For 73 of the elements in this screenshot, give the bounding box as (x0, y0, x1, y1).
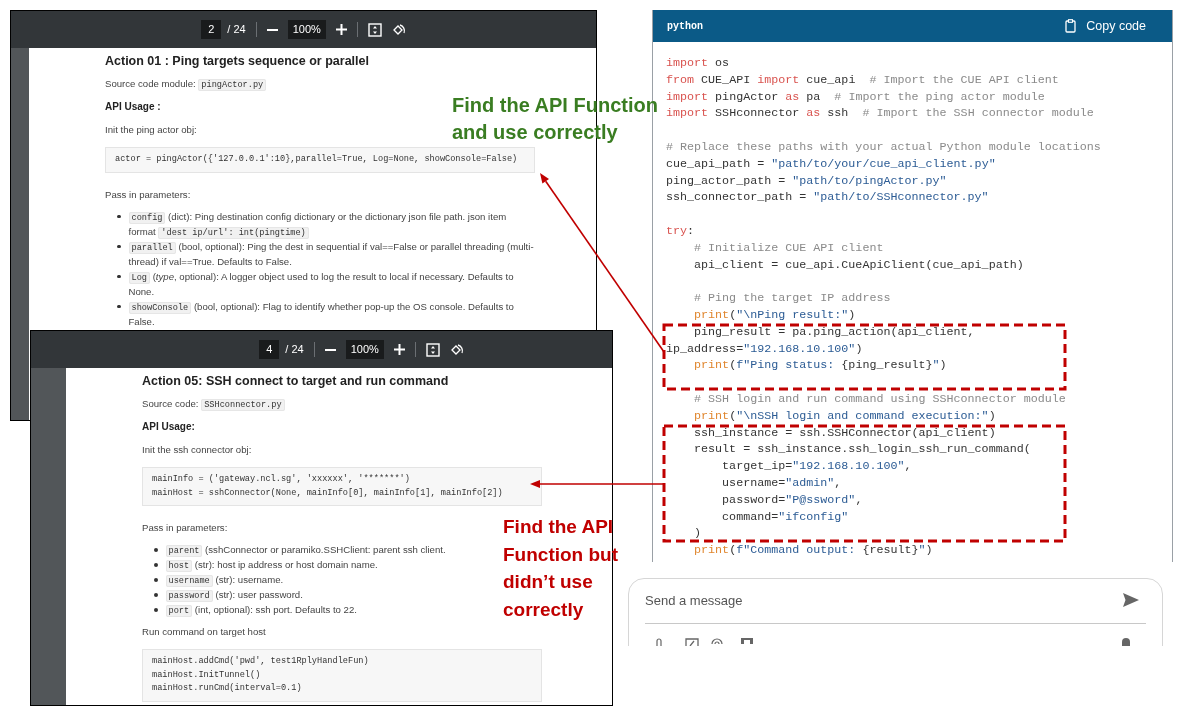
clipboard-icon (1065, 19, 1077, 33)
zoom-out-icon[interactable] (266, 28, 278, 31)
code-line: # SSH login and run command using SSHconnector module (693, 390, 1066, 408)
checkbox-icon[interactable] (685, 638, 699, 646)
subheading: API Usage : (105, 100, 161, 114)
page-count: / 24 (285, 342, 304, 358)
paragraph: Pass in parameters: (142, 521, 228, 535)
code-line: result = ssh_instance.ssh_login_ssh_run_command( (693, 441, 1031, 459)
fit-page-icon[interactable] (425, 342, 440, 357)
section-heading: Action 01 : Ping targets sequence or parallel (105, 53, 370, 69)
list-item-text: port (int, optional): ssh port. Defaults to 22. (165, 602, 357, 617)
code-line: # Initialize CUE API client (693, 239, 884, 257)
code-line: print("\nSSH login and command execution:") (693, 407, 996, 425)
code-line: cue_api_path = "path/to/your/cue_api_client.py" (666, 155, 996, 173)
copy-code-button[interactable]: Copy code (1065, 16, 1146, 36)
code-line: username="admin", (721, 474, 842, 492)
code-line: import SSHconnector as ssh # Import the SSH connector module (666, 105, 1094, 123)
page-count: / 24 (227, 22, 246, 38)
code-line: target_ip="192.168.10.100", (721, 458, 912, 475)
list-item-text: parallel (bool, optional): Ping the dest in sequential if val==False or parallel threading (multi-thread) if val==True. Defaults to False. (128, 239, 535, 269)
list-item-text: showConsole (bool, optional): Flag to identify whether pop-up the OS console. Defaults to False. (128, 299, 515, 329)
list-item-text: config (dict): Ping destination config dictionary or the dictionary json file path. json item format 'dest ip/url': int(pingtime) (128, 209, 508, 239)
code-line: password="P@ssword", (721, 491, 863, 509)
list-item-text: password (str): user password. (165, 587, 303, 602)
code-line: # Replace these paths with your actual Python module locations (666, 139, 1101, 156)
code-line: import os (666, 55, 730, 72)
paperclip-icon[interactable] (655, 638, 663, 646)
template-icon[interactable] (741, 638, 753, 644)
code-line: # Ping the target IP address (693, 290, 891, 307)
zoom-field[interactable]: 100% (345, 340, 384, 359)
code-line: ssh_instance = ssh.SSHConnector(api_client) (693, 424, 996, 442)
code-line: try: (666, 222, 695, 240)
page-number-field[interactable]: 4 (259, 340, 280, 359)
code-line: command="ifconfig" (721, 508, 849, 526)
list-item-text: Log (type, optional): A logger object used to log the result to local if necessary. Defaults to None. (128, 269, 515, 299)
rotate-icon[interactable] (449, 342, 464, 357)
code-line: print("\nPing result:") (693, 306, 856, 324)
zoom-in-icon[interactable] (335, 24, 347, 35)
code-block: mainInfo = ('gateway.ncl.sg', 'xxxxxx', '*******') mainHost = sshConnector(None, mainInfo[0], mainInfo[1], mainInfo[2]) (142, 467, 542, 506)
zoom-in-icon[interactable] (393, 344, 405, 355)
code-line: api_client = cue_api.CueApiClient(cue_api_path) (693, 256, 1024, 274)
send-icon[interactable] (1122, 592, 1140, 608)
paragraph: Run command on target host (142, 625, 266, 639)
subheading: API Usage: (142, 420, 195, 434)
at-sign-icon[interactable] (711, 638, 723, 644)
message-field[interactable]: Send a message (645, 589, 1122, 611)
paragraph: Init the ping actor obj: (105, 123, 197, 137)
list-item-text: username (str): username. (165, 572, 284, 587)
code-line: print(f"Command output: {result}") (693, 542, 933, 559)
zoom-out-icon[interactable] (324, 348, 336, 351)
rotate-icon[interactable] (391, 22, 406, 37)
code-line: ssh_connector_path = "path/to/SSHconnector.py" (666, 189, 989, 207)
microphone-icon[interactable] (1122, 638, 1130, 646)
code-line: import pingActor as pa # Import the ping actor module (666, 88, 1045, 106)
code-line: from CUE_API import cue_api # Import the CUE API client (666, 71, 1059, 89)
paragraph: Source code: SSHconnector.py (142, 396, 285, 412)
language-label: python (667, 19, 703, 34)
code-line: ping_result = pa.ping_action(api_client, (693, 323, 975, 341)
code-line: print(f"Ping status: {ping_result}") (693, 357, 947, 375)
paragraph: Init the ssh connector obj: (142, 443, 252, 457)
zoom-field[interactable]: 100% (287, 20, 326, 39)
section-heading: Action 05: SSH connect to target and run command (142, 373, 450, 389)
paragraph: Source code module: pingActor.py (105, 76, 267, 92)
code-line: ip_address="192.168.10.100") (666, 340, 863, 358)
code-block: mainHost.addCmd('pwd', test1RplyHandleFun) mainHost.InitTunnel() mainHost.runCmd(interval=0.1) (142, 649, 542, 702)
list-item-text: host (str): host ip address or host domain name. (165, 557, 378, 572)
code-line: ping_actor_path = "path/to/pingActor.py" (666, 172, 947, 190)
code-line: ) (693, 525, 702, 543)
paragraph: Pass in parameters: (105, 187, 191, 202)
list-item-text: parent (sshConnector or paramiko.SSHClient: parent ssh client. (165, 542, 446, 557)
fit-page-icon[interactable] (367, 22, 382, 37)
page-number-field[interactable]: 2 (201, 20, 222, 39)
code-block: actor = pingActor({'127.0.0.1':10},parallel=True, Log=None, showConsole=False) (105, 147, 535, 173)
